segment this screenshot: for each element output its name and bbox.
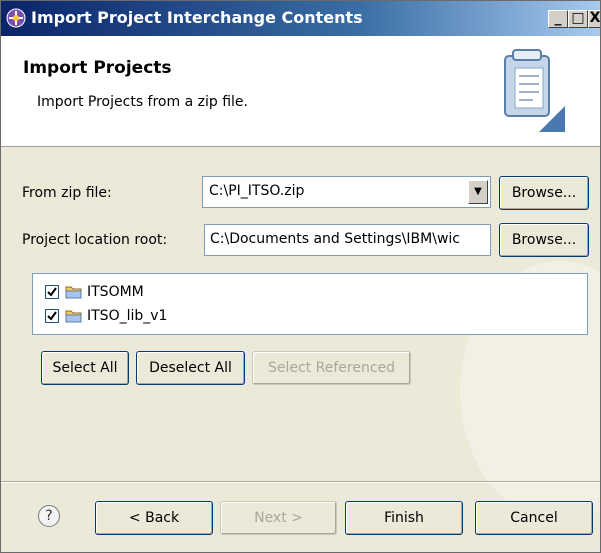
location-root-value: C:\Documents and Settings\IBM\wic xyxy=(210,231,460,247)
deselect-all-button[interactable]: Deselect All xyxy=(136,351,245,385)
close-button[interactable]: X xyxy=(588,10,600,28)
zip-file-combo[interactable]: C:\PI_ITSO.zip ▼ xyxy=(202,176,491,208)
back-button[interactable]: < Back xyxy=(95,501,213,535)
app-icon xyxy=(6,8,26,28)
page-description: Import Projects from a zip file. xyxy=(37,94,248,110)
project-name: ITSO_lib_v1 xyxy=(87,308,168,324)
browse-zip-button[interactable]: Browse... xyxy=(499,176,589,210)
zip-file-label: From zip file: xyxy=(22,185,112,201)
import-dialog: Import Project Interchange Contents _ □ … xyxy=(0,0,601,553)
folder-icon xyxy=(65,286,82,299)
page-title: Import Projects xyxy=(23,58,172,78)
project-name: ITSOMM xyxy=(87,284,144,300)
location-root-input[interactable]: C:\Documents and Settings\IBM\wic xyxy=(204,224,491,256)
checkmark-icon xyxy=(47,287,57,297)
browse-location-button[interactable]: Browse... xyxy=(499,223,589,257)
zip-file-value: C:\PI_ITSO.zip xyxy=(209,183,305,199)
finish-button[interactable]: Finish xyxy=(345,501,463,535)
select-referenced-button[interactable]: Select Referenced xyxy=(252,351,411,385)
footer-separator xyxy=(1,481,600,483)
cancel-button[interactable]: Cancel xyxy=(475,501,593,535)
checkmark-icon xyxy=(47,311,57,321)
next-button[interactable]: Next > xyxy=(220,501,337,535)
maximize-button[interactable]: □ xyxy=(568,10,588,28)
folder-icon xyxy=(65,310,82,323)
project-list[interactable]: ITSOMM ITSO_lib_v1 xyxy=(32,273,588,335)
window-title: Import Project Interchange Contents xyxy=(31,8,363,27)
import-wizard-icon xyxy=(504,49,565,132)
project-checkbox[interactable] xyxy=(45,285,59,299)
location-root-label: Project location root: xyxy=(22,232,168,248)
help-icon[interactable]: ? xyxy=(38,505,60,527)
minimize-button[interactable]: _ xyxy=(548,10,568,28)
wizard-header: Import Projects Import Projects from a z… xyxy=(1,36,600,147)
project-checkbox[interactable] xyxy=(45,309,59,323)
select-all-button[interactable]: Select All xyxy=(41,351,129,385)
chevron-down-icon[interactable]: ▼ xyxy=(468,180,488,204)
title-bar[interactable]: Import Project Interchange Contents _ □ … xyxy=(1,1,600,36)
